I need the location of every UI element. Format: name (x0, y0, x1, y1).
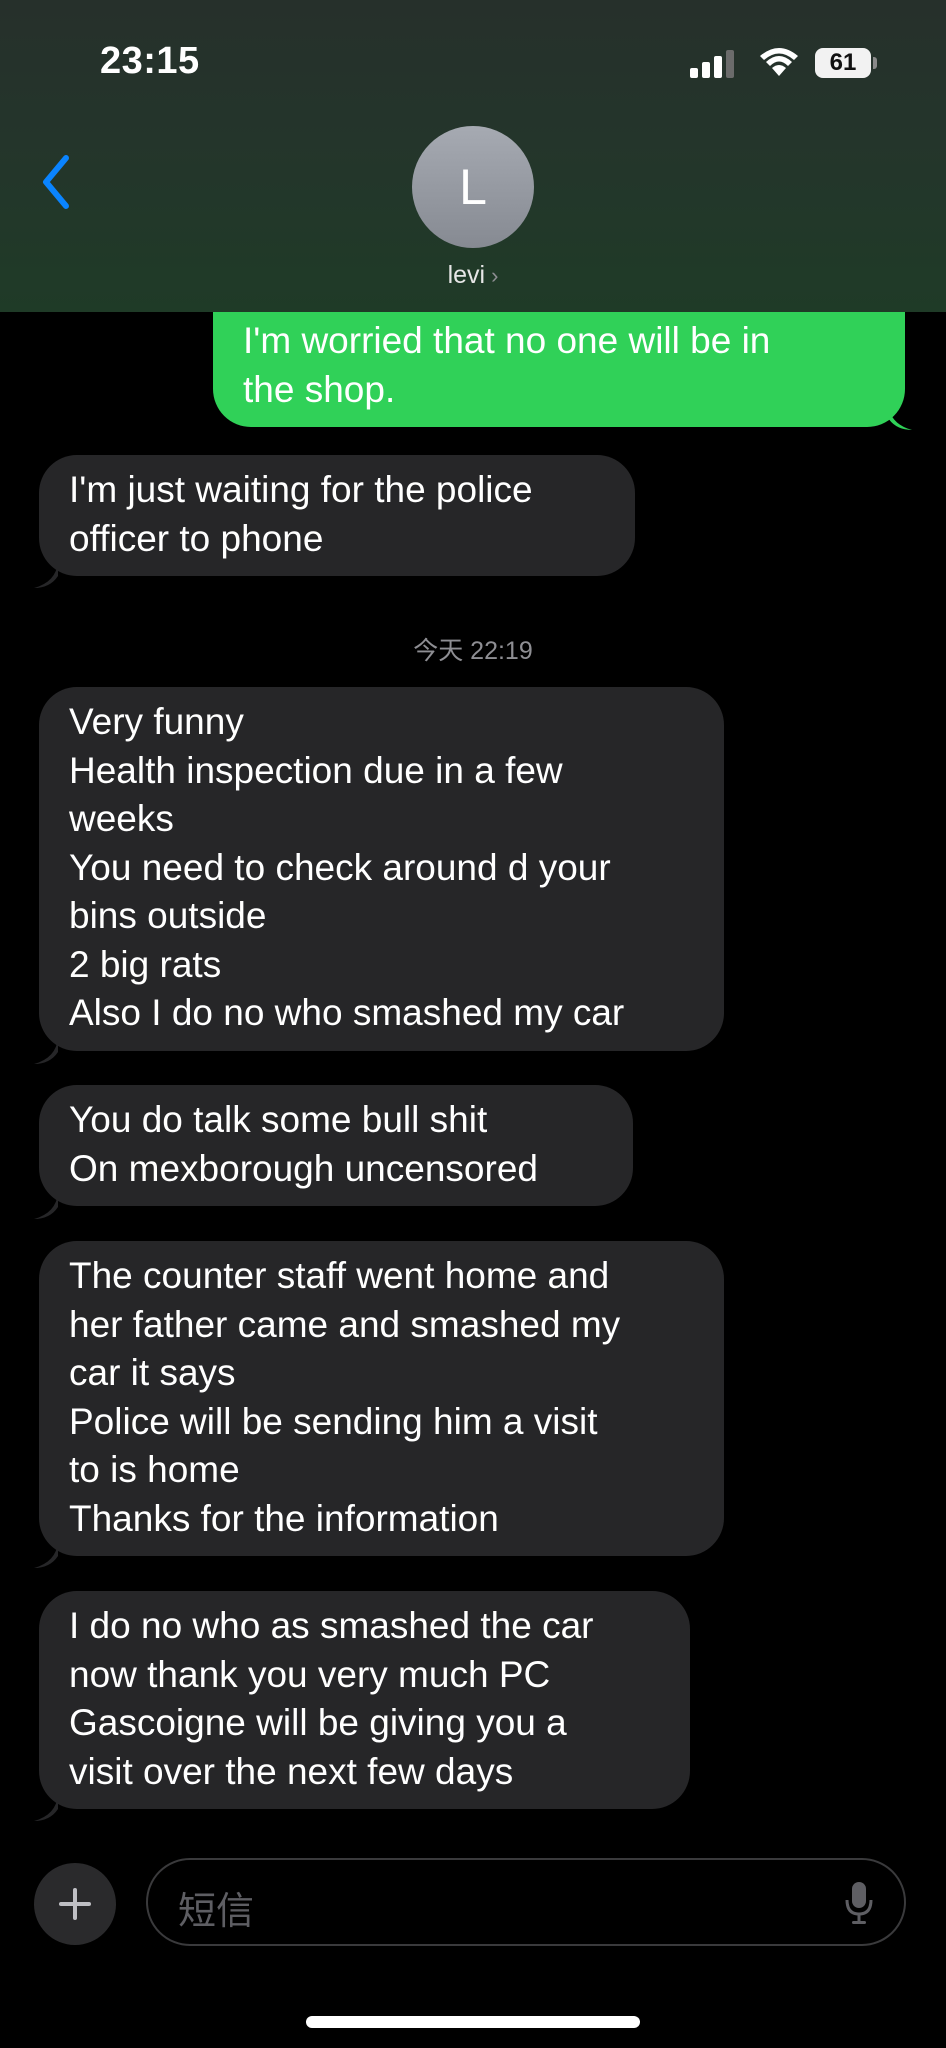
home-indicator (306, 2016, 640, 2028)
bubble-tail (34, 562, 58, 588)
contact-name: levi (447, 261, 486, 289)
avatar[interactable]: L (412, 126, 534, 248)
battery-icon: 61 (815, 48, 871, 78)
message-input-placeholder: 短信 (178, 1891, 255, 1933)
bubble-tail (34, 1795, 58, 1821)
message-bubble-incoming[interactable]: I'm just waiting for the police officer … (39, 455, 635, 576)
conversation-header: 23:15 61 L levi › (0, 0, 946, 312)
bubble-tail (34, 1193, 58, 1219)
message-timestamp: 今天 22:19 (413, 637, 533, 665)
message-bubble-incoming[interactable]: I do no who as smashed the car now thank… (39, 1591, 690, 1809)
message-input[interactable]: 短信 (146, 1858, 906, 1946)
contact-name-button[interactable]: levi › (0, 261, 946, 290)
back-chevron-icon[interactable] (36, 152, 76, 212)
battery-tip (873, 57, 877, 69)
bubble-tail (34, 1038, 58, 1064)
bubble-tail (34, 1542, 58, 1568)
message-bubble-incoming[interactable]: You do talk some bull shit On mexborough… (39, 1085, 633, 1206)
mic-icon[interactable] (844, 1880, 874, 1926)
bubble-tail (888, 404, 912, 430)
wifi-icon (760, 48, 798, 76)
message-bubble-incoming[interactable]: Very funny Health inspection due in a fe… (39, 687, 724, 1051)
message-bubble-incoming[interactable]: The counter staff went home and her fath… (39, 1241, 724, 1556)
plus-button[interactable] (34, 1863, 116, 1945)
chevron-right-icon: › (491, 263, 499, 288)
signal-icon (690, 48, 736, 78)
status-time: 23:15 (100, 40, 200, 82)
